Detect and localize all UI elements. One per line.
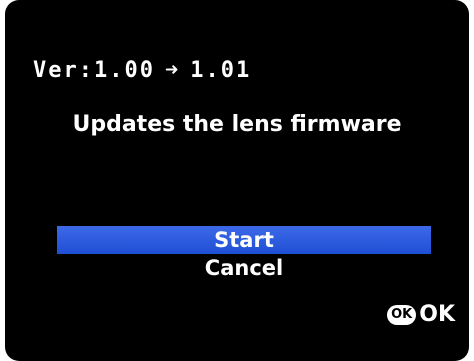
update-description: Updates the lens firmware bbox=[72, 112, 402, 137]
firmware-version-line: Ver: 1.00 ➜ 1.01 bbox=[33, 58, 251, 83]
ok-hint: OK OK bbox=[387, 302, 455, 327]
camera-lcd-screen: Ver: 1.00 ➜ 1.01 Updates the lens firmwa… bbox=[5, 0, 469, 361]
version-prefix: Ver: bbox=[33, 58, 94, 83]
start-button[interactable]: Start bbox=[57, 226, 431, 254]
cancel-button[interactable]: Cancel bbox=[57, 254, 431, 282]
update-menu: Start Cancel bbox=[57, 226, 431, 282]
right-arrow-icon: ➜ bbox=[164, 58, 181, 83]
ok-hint-label: OK bbox=[419, 302, 455, 327]
current-version: 1.00 bbox=[93, 58, 155, 83]
new-version: 1.01 bbox=[190, 58, 252, 83]
ok-button-icon: OK bbox=[387, 304, 417, 325]
